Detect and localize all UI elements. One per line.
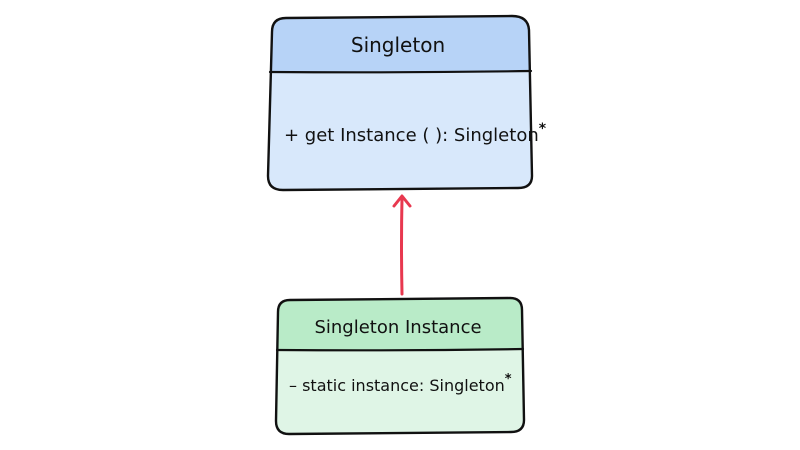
instance-class-box[interactable]: Singleton Instance – static instance: Si… (274, 296, 526, 436)
singleton-method-pointer-mark: * (539, 121, 547, 137)
singleton-class-title: Singleton (351, 33, 445, 57)
singleton-class-box[interactable]: Singleton + get Instance ( ): Singleton* (266, 14, 547, 192)
singleton-method: + get Instance ( ): Singleton* (284, 121, 547, 146)
instance-class-title: Singleton Instance (314, 317, 481, 338)
uml-diagram-canvas: Singleton + get Instance ( ): Singleton*… (266, 14, 547, 436)
instance-attribute-text: – static instance: Singleton (289, 376, 505, 395)
instance-attribute: – static instance: Singleton* (289, 372, 512, 395)
singleton-class-divider (268, 69, 533, 74)
instance-to-singleton-arrow (392, 194, 412, 296)
arrow-shaft (400, 196, 404, 296)
instance-class-divider (275, 347, 525, 352)
instance-attribute-pointer-mark: * (505, 372, 512, 387)
singleton-method-text: + get Instance ( ): Singleton (284, 125, 539, 146)
